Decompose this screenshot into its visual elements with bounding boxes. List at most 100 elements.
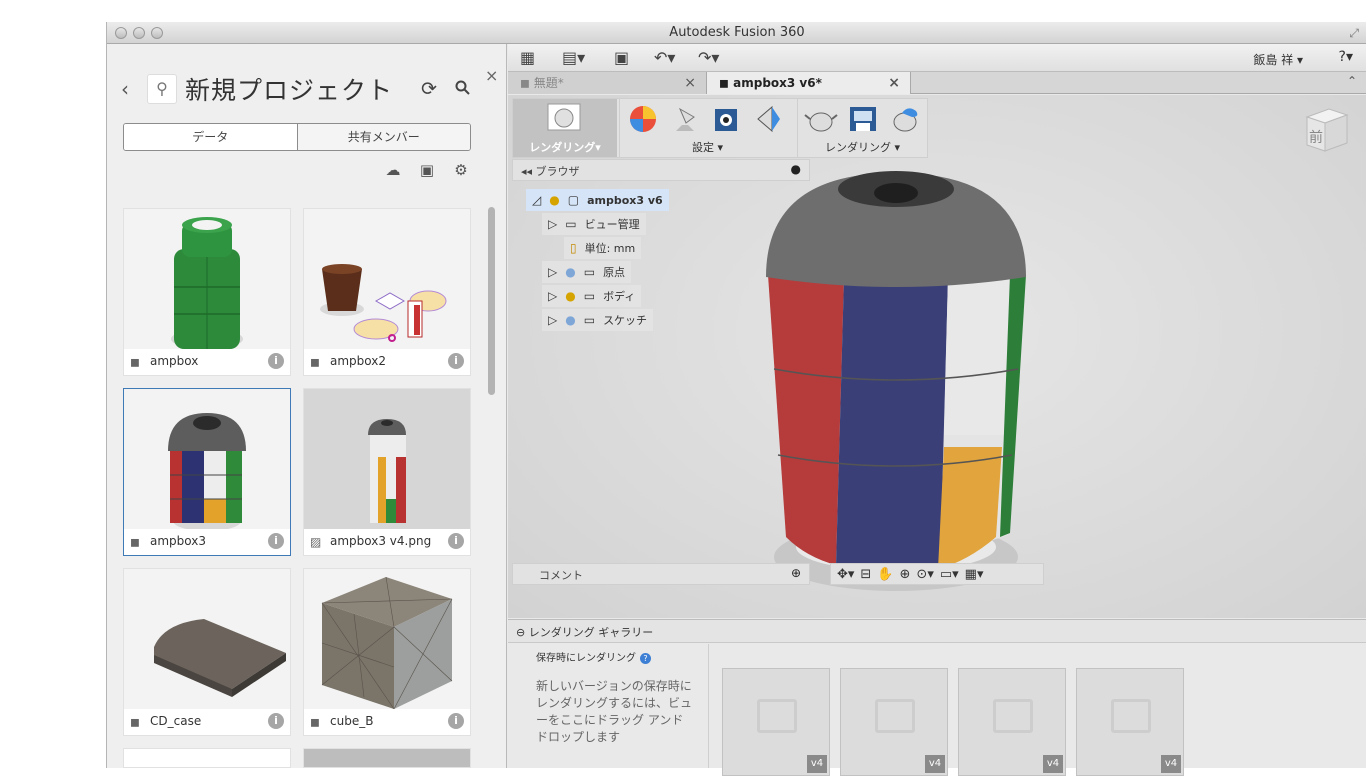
file-card-ampbox3-png[interactable]: ▨ ampbox3 v4.png i	[303, 388, 471, 556]
back-chevron-icon[interactable]: ‹	[121, 77, 129, 101]
file-card-partial[interactable]	[303, 748, 471, 768]
info-icon[interactable]: i	[448, 713, 464, 729]
new-folder-icon[interactable]: ▣	[417, 161, 437, 179]
tree-node-bodies[interactable]: ▷ ● ▭ ボディ	[542, 285, 642, 307]
grid-settings-icon[interactable]: ▦▾	[965, 567, 984, 582]
zoom-icon[interactable]: ⊕	[900, 567, 911, 582]
version-badge: v4	[1043, 755, 1063, 773]
expand-icon[interactable]: ▷	[548, 261, 557, 283]
group-label[interactable]: レンダリング▾	[513, 139, 617, 155]
info-icon[interactable]: i	[268, 713, 284, 729]
document-tabs: ◼ 無題* × ◼ ampbox3 v6* × ⌃	[508, 72, 1366, 94]
panel-scrollbar[interactable]	[488, 207, 495, 395]
design-icon: ◼	[310, 355, 320, 369]
gallery-thumbnail[interactable]: v4	[1076, 668, 1184, 776]
look-at-icon[interactable]: ⊟	[860, 567, 871, 582]
search-icon[interactable]	[455, 80, 471, 100]
design-icon: ◼	[130, 715, 140, 729]
pan-icon[interactable]: ✋	[877, 567, 893, 582]
version-badge: v4	[1161, 755, 1181, 773]
tree-node-sketches[interactable]: ▷ ● ▭ スケッチ	[542, 309, 654, 331]
tree-root[interactable]: ◿ ● ▢ ampbox3 v6	[526, 189, 669, 211]
gear-icon[interactable]: ⚙	[451, 161, 471, 179]
gallery-thumbnail[interactable]: v4	[840, 668, 948, 776]
bulb-icon[interactable]: ●	[565, 309, 575, 331]
teapot-icon[interactable]	[804, 103, 838, 135]
file-card-ampbox3[interactable]: ◼ ampbox3 i	[123, 388, 291, 556]
file-card-partial[interactable]	[123, 748, 291, 768]
decal-icon[interactable]	[752, 103, 786, 135]
expand-icon[interactable]: ▷	[548, 285, 557, 307]
tree-node-units[interactable]: ▯ 単位: mm	[564, 237, 642, 259]
info-icon[interactable]: i	[268, 533, 284, 549]
upload-icon[interactable]: ☁	[383, 161, 403, 179]
bulb-icon[interactable]: ●	[565, 261, 575, 283]
gallery-thumbnail[interactable]: v4	[722, 668, 830, 776]
file-card-cube-b[interactable]: ◼ cube_B i	[303, 568, 471, 736]
file-name: ampbox3 v4.png	[330, 534, 432, 548]
bulb-icon[interactable]: ●	[549, 189, 559, 211]
bulb-icon[interactable]: ●	[565, 285, 575, 307]
tree-node-origin[interactable]: ▷ ● ▭ 原点	[542, 261, 632, 283]
design-icon: ◼	[719, 76, 734, 90]
save-image-icon[interactable]	[846, 103, 880, 135]
file-name: ampbox2	[330, 354, 386, 368]
tab-members[interactable]: 共有メンバー	[297, 124, 470, 150]
version-badge: v4	[807, 755, 827, 773]
tree-node-view[interactable]: ▷ ▭ ビュー管理	[542, 213, 646, 235]
cloud-render-icon[interactable]	[888, 103, 922, 135]
appearance-icon[interactable]	[626, 103, 660, 135]
image-placeholder-icon	[993, 699, 1033, 733]
minus-icon[interactable]: ●	[791, 162, 801, 176]
undo-icon[interactable]: ↶▾	[654, 48, 675, 67]
save-icon[interactable]: ▣	[614, 48, 629, 67]
gallery-title: レンダリング ギャラリー	[528, 626, 654, 639]
help-icon[interactable]: ?	[640, 653, 651, 664]
close-tab-icon[interactable]: ×	[888, 72, 900, 94]
tab-ampbox3[interactable]: ◼ ampbox3 v6* ×	[707, 72, 911, 94]
model-ampbox3[interactable]	[748, 165, 1048, 595]
file-icon[interactable]: ▤▾	[562, 48, 585, 67]
file-card-ampbox2[interactable]: ◼ ampbox2 i	[303, 208, 471, 376]
expand-icon[interactable]: ▷	[548, 213, 557, 235]
info-icon[interactable]: i	[448, 533, 464, 549]
file-card-cd-case[interactable]: ◼ CD_case i	[123, 568, 291, 736]
render-gallery-header[interactable]: ⊖ レンダリング ギャラリー	[508, 619, 1366, 643]
add-comment-icon[interactable]: ⊕	[791, 566, 801, 580]
view-cube[interactable]: 前	[1303, 105, 1349, 155]
info-icon[interactable]: i	[448, 353, 464, 369]
folder-icon: ▭	[583, 289, 596, 303]
group-label[interactable]: レンダリング ▾	[798, 139, 927, 155]
fullscreen-icon[interactable]: ⤢	[1349, 26, 1359, 41]
tab-untitled[interactable]: ◼ 無題* ×	[508, 72, 707, 94]
file-card-ampbox[interactable]: ◼ ampbox i	[123, 208, 291, 376]
expand-icon[interactable]: ▷	[548, 309, 557, 331]
canvas-viewport[interactable]: レンダリング▾ 設定 ▾ レンダリング ▾ ◂◂ ブラウザ ● ◿ ● ▢ am…	[508, 95, 1366, 618]
collapse-icon[interactable]: ⌃	[1347, 74, 1357, 88]
display-settings-icon[interactable]: ▭▾	[940, 567, 959, 582]
render-on-save-label: 保存時にレンダリング?	[536, 649, 651, 664]
grid-icon[interactable]: ▦	[520, 48, 535, 67]
info-icon[interactable]: i	[268, 353, 284, 369]
user-menu[interactable]: 飯島 祥 ▾	[1253, 51, 1303, 68]
help-menu[interactable]: ?▾	[1339, 49, 1353, 65]
group-label[interactable]: 設定 ▾	[620, 139, 795, 155]
browser-panel-header[interactable]: ◂◂ ブラウザ ●	[512, 159, 810, 181]
view-cube-face[interactable]: 前	[1309, 127, 1323, 147]
render-sphere-icon[interactable]	[547, 103, 581, 135]
tree-root-label: ampbox3 v6	[587, 194, 663, 207]
close-tab-icon[interactable]: ×	[684, 72, 696, 94]
fit-icon[interactable]: ⊙▾	[916, 567, 933, 582]
lamp-icon[interactable]	[668, 103, 702, 135]
render-group[interactable]: レンダリング▾	[513, 99, 617, 157]
environment-icon[interactable]	[710, 103, 744, 135]
tab-data[interactable]: データ	[124, 124, 298, 150]
close-panel-icon[interactable]: ×	[485, 66, 498, 85]
redo-icon[interactable]: ↷▾	[698, 48, 719, 67]
window-title: Autodesk Fusion 360	[669, 25, 805, 40]
expand-icon[interactable]: ◿	[532, 189, 541, 211]
comment-panel[interactable]: コメント ⊕	[512, 563, 810, 585]
gallery-thumbnail[interactable]: v4	[958, 668, 1066, 776]
refresh-icon[interactable]: ⟳	[421, 78, 437, 100]
orbit-icon[interactable]: ✥▾	[837, 567, 854, 582]
